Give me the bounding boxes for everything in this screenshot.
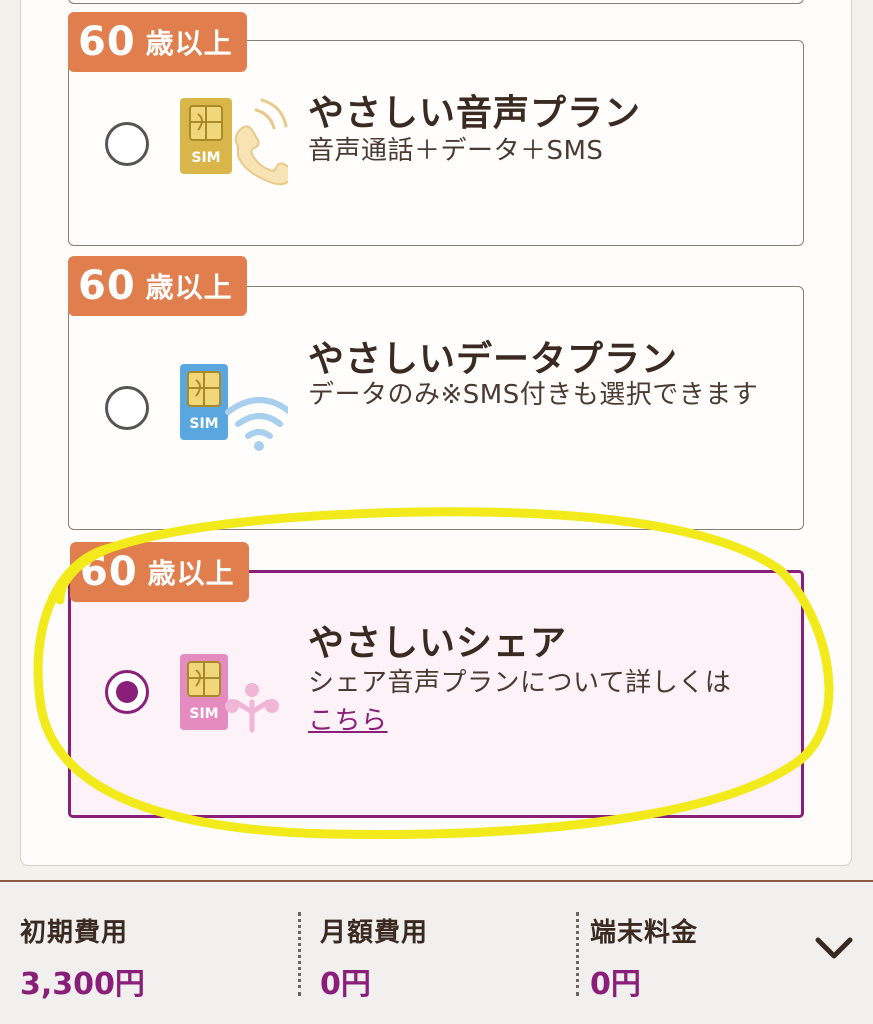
previous-card-edge [68,0,804,4]
data-sim-icon: SIM [180,364,288,451]
chevron-down-icon[interactable] [812,934,856,964]
fee-monthly: 月額費用 0円 [320,912,428,1003]
age-badge: 60 歳以上 [70,542,249,602]
age-badge: 60 歳以上 [68,12,247,72]
age-badge-text: 歳以上 [145,271,233,304]
fee-device: 端末料金 0円 [590,912,698,1003]
age-badge-number: 60 [78,19,136,65]
share-sim-icon: SIM [180,654,279,733]
plan-desc-share: シェア音声プランについて詳しくは こちら [308,664,778,740]
fee-value: 0円 [320,967,371,1002]
plan-desc-voice: 音声通話＋データ＋SMS [308,136,604,166]
age-badge-text: 歳以上 [145,27,233,60]
voice-sim-icon: SIM [180,98,288,186]
age-badge-text: 歳以上 [147,557,235,590]
fee-divider [576,912,579,996]
plan-radio-voice[interactable] [105,122,149,166]
plan-title-voice: やさしい音声プラン [308,93,642,134]
age-badge: 60 歳以上 [68,256,247,316]
age-badge-number: 60 [80,549,138,595]
plan-title-data: やさしいデータプラン [308,339,679,380]
radio-selected-dot [116,681,138,703]
fee-initial: 初期費用 3,300円 [20,912,145,1003]
fee-divider [298,912,301,996]
fee-label: 端末料金 [590,918,699,948]
svg-text:SIM: SIM [189,706,218,722]
plan-desc-share-text: シェア音声プランについて詳しくは [308,668,732,698]
fee-value: 3,300円 [20,967,145,1002]
fee-label: 初期費用 [20,918,129,948]
fee-value: 0円 [590,967,641,1002]
svg-text:SIM: SIM [189,416,218,432]
plan-desc-data: データのみ※SMS付きも選択できます [308,380,759,410]
plan-radio-share[interactable] [105,670,149,714]
svg-text:SIM: SIM [191,150,220,166]
plan-radio-data[interactable] [105,386,149,430]
plan-title-share: やさしいシェア [308,623,568,664]
fee-label: 月額費用 [320,918,429,948]
fee-summary-bar: 初期費用 3,300円 月額費用 0円 端末料金 0円 [0,880,873,1024]
age-badge-number: 60 [78,263,136,309]
share-details-link[interactable]: こちら [308,706,388,736]
